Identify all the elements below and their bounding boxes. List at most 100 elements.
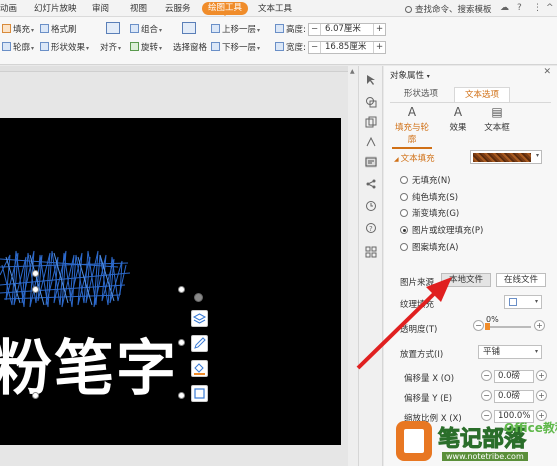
shape-effect-button[interactable]: 形状效果▾ [40,42,89,55]
collapse-toolbar-icon[interactable] [194,293,203,302]
local-file-button[interactable]: 本地文件 [441,273,491,287]
offset-x-label: 偏移量 X (O) [404,374,455,384]
watermark-url: www.notetribe.com [442,452,528,461]
width-decrease-button[interactable]: − [309,42,321,53]
height-label-text: 高度: [286,25,306,35]
search-icon [405,6,412,13]
shapes-icon[interactable] [365,96,377,108]
online-file-button[interactable]: 在线文件 [496,273,546,287]
history-icon[interactable] [365,200,377,212]
help-icon[interactable]: ? [517,3,522,13]
rotate-handle[interactable] [32,270,39,277]
layers-tool-icon[interactable] [191,310,208,327]
selection-pane-button[interactable]: 选择窗格 [173,42,207,54]
offset-x-decrease-button[interactable]: − [481,370,492,381]
slide-canvas[interactable]: 粉笔字 [0,118,341,445]
transparency-increase-button[interactable]: + [534,320,545,331]
copy-icon[interactable] [365,116,377,128]
fill-button[interactable]: 填充▾ [2,24,34,37]
offset-y-increase-button[interactable]: + [536,390,547,401]
fill-tool-icon[interactable] [191,360,208,377]
width-increase-button[interactable]: + [373,42,385,53]
texture-fill-dropdown[interactable]: ▾ [504,295,542,309]
help-circle-icon[interactable]: ? [365,222,377,234]
height-decrease-button[interactable]: − [309,24,321,35]
offset-y-input[interactable]: 0.0磅 [494,390,534,403]
subtab-effects[interactable]: A 效果 [444,105,472,134]
frame-tool-icon[interactable] [191,385,208,402]
scroll-up-icon[interactable]: ▲ [350,68,355,75]
transparency-slider[interactable] [487,326,531,328]
tab-shape-options[interactable]: 形状选项 [404,87,438,102]
subtab-fill-outline[interactable]: A 填充与轮廓 [392,106,432,149]
offset-y-decrease-button[interactable]: − [481,390,492,401]
text-effect-icon: A [453,105,463,119]
height-field[interactable]: − 6.07厘米 + [308,23,386,36]
radio-gradient-fill[interactable]: 渐变填充(G) [400,207,459,219]
texture-color-picker[interactable]: ▾ [470,150,542,164]
panel-title: 对象属性 ▾ [390,71,430,81]
radio-no-fill[interactable]: 无填充(N) [400,174,451,186]
resize-handle-bottom[interactable] [32,392,39,399]
width-icon [275,42,284,51]
pen-tool-icon[interactable] [191,335,208,352]
tab-text-tools[interactable]: 文本工具 [258,3,292,16]
radio-pattern-fill-label: 图案填充(A) [412,243,459,253]
group-button[interactable]: 组合▾ [130,24,162,37]
height-value[interactable]: 6.07厘米 [325,24,361,35]
outline-button[interactable]: 轮廓▾ [2,42,34,55]
tab-slideshow[interactable]: 幻灯片放映 [34,3,77,16]
outline-icon [2,42,11,51]
tab-cloud[interactable]: 云服务 [165,3,191,16]
placement-dropdown[interactable]: 平铺 ▾ [478,345,542,359]
shape-effect-label: 形状效果 [51,43,86,53]
text-fill-section-label: 文本填充 [400,154,435,164]
slide-title-text[interactable]: 粉笔字 [0,320,178,407]
apps-grid-icon[interactable] [365,246,377,258]
resize-handle-top[interactable] [32,286,39,293]
format-painter-label: 格式刷 [51,25,77,35]
align-button[interactable]: 对齐▾ [100,42,121,55]
style-icon[interactable] [365,136,377,148]
cursor-icon[interactable] [365,74,377,86]
tab-text-options[interactable]: 文本选项 [454,87,511,102]
offset-x-increase-button[interactable]: + [536,370,547,381]
tab-review[interactable]: 审阅 [92,3,109,16]
collapse-ribbon-icon[interactable]: ^ [546,3,554,13]
transparency-slider-thumb[interactable] [485,323,490,330]
share-icon[interactable] [365,178,377,190]
subtab-textbox[interactable]: ▤ 文本框 [482,106,512,134]
resize-handle-right[interactable] [178,339,185,346]
placement-value: 平铺 [483,347,501,357]
width-field[interactable]: − 16.85厘米 + [308,41,386,54]
resize-handle-top-right[interactable] [178,286,185,293]
rotate-icon [130,42,139,51]
width-label: 宽度: [275,42,306,54]
text-fill-section-header[interactable]: ◢ 文本填充 [394,152,435,164]
offset-x-input[interactable]: 0.0磅 [494,370,534,383]
radio-solid-fill[interactable]: 纯色填充(S) [400,191,458,203]
tab-drawing-tools[interactable]: 绘图工具 [202,2,249,16]
subtab-fill-outline-label: 填充与轮廓 [394,123,429,145]
panel-close-icon[interactable]: ✕ [543,67,551,77]
radio-no-fill-circle [400,176,408,184]
tab-animation[interactable]: 动画 [0,3,17,16]
command-search[interactable]: 查找命令、搜索模板 [405,3,492,15]
placement-label: 放置方式(I) [400,350,444,360]
transparency-decrease-button[interactable]: − [473,320,484,331]
height-increase-button[interactable]: + [373,24,385,35]
tab-view[interactable]: 视图 [130,3,147,16]
bring-forward-button[interactable]: 上移一层▾ [211,24,260,37]
send-backward-button[interactable]: 下移一层▾ [211,42,260,55]
rotate-button[interactable]: 旋转▾ [130,42,162,55]
format-painter-button[interactable]: 格式刷 [40,24,77,36]
vertical-scrollbar[interactable]: ▲ [348,66,358,466]
group-label: 组合 [141,25,159,35]
radio-picture-texture-fill[interactable]: 图片或纹理填充(P) [400,224,483,236]
cloud-sync-icon[interactable]: ☁ [500,3,509,13]
more-icon[interactable]: ⋮ [533,3,542,13]
radio-pattern-fill[interactable]: 图案填充(A) [400,241,458,253]
object-properties-icon[interactable] [365,156,377,168]
width-value[interactable]: 16.85厘米 [325,42,366,53]
resize-handle-bottom-right[interactable] [178,392,185,399]
